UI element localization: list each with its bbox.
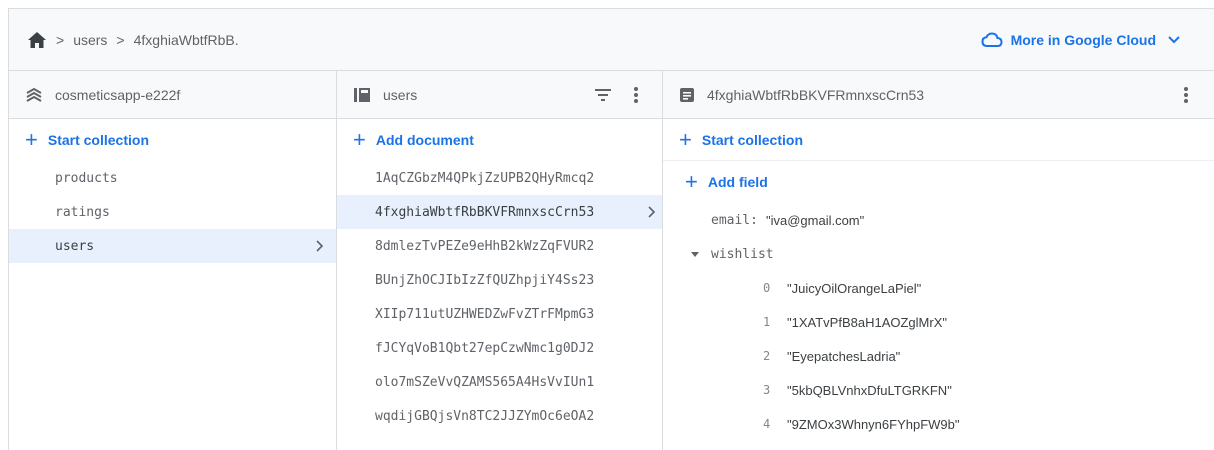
caret-down-icon[interactable]: [691, 251, 699, 257]
chevron-right-icon: >: [116, 31, 125, 48]
document-item[interactable]: XIIp711utUZHWEDZwFvZTrFMpmG3: [337, 297, 662, 331]
array-index: 4: [763, 417, 771, 431]
add-field-button[interactable]: + Add field: [663, 161, 1214, 203]
document-id: XIIp711utUZHWEDZwFvZTrFMpmG3: [375, 306, 595, 322]
chevron-right-icon: [316, 229, 324, 263]
home-icon[interactable]: [27, 31, 47, 49]
document-id: fJCYqVoB1Qbt27epCzwNmc1g0DJ2: [375, 340, 595, 356]
array-value: "5kbQBLVnhxDfuLTGRKFN": [787, 382, 952, 398]
array-item[interactable]: 4 "9ZMOx3Whnyn6FYhpFW9b": [663, 407, 1214, 441]
breadcrumb: > users > 4fxghiaWbtfRbB.: [27, 31, 239, 49]
breadcrumb-bar: > users > 4fxghiaWbtfRbB. More in Google…: [9, 9, 1214, 71]
collection-item-label: products: [55, 170, 118, 186]
document-list: 1AqCZGbzM4QPkjZzUPB2QHyRmcq2 4fxghiaWbtf…: [337, 161, 662, 433]
collection-panel: users + Add document 1AqCZGbzM4QPkjZzUPB…: [337, 71, 663, 450]
document-item[interactable]: olo7mSZeVvQZAMS565A4HsVvIUn1: [337, 365, 662, 399]
document-panel: 4fxghiaWbtfRbBKVFRmnxscCrn53 + Start col…: [663, 71, 1214, 450]
root-panel: cosmeticsapp-e222f + Start collection pr…: [9, 71, 337, 450]
add-document-button[interactable]: + Add document: [337, 119, 662, 161]
collection-item-label: users: [55, 238, 95, 254]
more-in-google-cloud-button[interactable]: More in Google Cloud: [981, 9, 1188, 71]
plus-icon: +: [25, 127, 38, 152]
start-subcollection-button[interactable]: + Start collection: [663, 119, 1214, 161]
add-field-label: Add field: [707, 174, 768, 190]
field-value: "iva@gmail.com": [765, 212, 865, 228]
array-index: 3: [763, 383, 771, 397]
array-index: 1: [763, 315, 771, 329]
array-item[interactable]: 1 "1XATvPfB8aH1AOZglMrX": [663, 305, 1214, 339]
field-key: wishlist: [711, 246, 774, 262]
array-item[interactable]: 0 "JuicyOilOrangeLaPiel": [663, 271, 1214, 305]
array-item[interactable]: 3 "5kbQBLVnhxDfuLTGRKFN": [663, 373, 1214, 407]
array-index: 0: [763, 281, 771, 295]
array-value: "JuicyOilOrangeLaPiel": [787, 280, 922, 296]
chevron-right-icon: [648, 195, 656, 229]
database-icon: [26, 87, 42, 102]
collection-item-products[interactable]: products: [9, 161, 336, 195]
filter-icon[interactable]: [594, 88, 624, 102]
start-collection-button[interactable]: + Start collection: [9, 119, 336, 161]
document-id: 1AqCZGbzM4QPkjZzUPB2QHyRmcq2: [375, 170, 595, 186]
document-panel-header: 4fxghiaWbtfRbBKVFRmnxscCrn53: [663, 71, 1214, 119]
document-item-selected[interactable]: 4fxghiaWbtfRbBKVFRmnxscCrn53: [337, 195, 662, 229]
plus-icon: +: [679, 126, 692, 152]
start-subcollection-label: Start collection: [701, 131, 803, 148]
document-item[interactable]: 1AqCZGbzM4QPkjZzUPB2QHyRmcq2: [337, 161, 662, 195]
root-panel-header: cosmeticsapp-e222f: [9, 71, 336, 119]
cloud-icon: [981, 32, 1003, 47]
collection-actions: [594, 71, 650, 119]
project-title: cosmeticsapp-e222f: [55, 86, 181, 103]
breadcrumb-item-document[interactable]: 4fxghiaWbtfRbB.: [134, 32, 239, 48]
panels: cosmeticsapp-e222f + Start collection pr…: [9, 71, 1214, 450]
document-id: wqdijGBQjsVn8TC2JJZYmOc6eOA2: [375, 408, 595, 424]
collection-icon: [354, 87, 370, 102]
more-vert-icon[interactable]: [1184, 87, 1200, 103]
array-value: "EyepatchesLadria": [787, 348, 901, 364]
document-actions: [1184, 71, 1202, 119]
document-icon: [680, 87, 694, 102]
collection-list: products ratings users: [9, 161, 336, 263]
field-wishlist[interactable]: wishlist: [663, 237, 1214, 271]
document-item[interactable]: 8dmlezTvPEZe9eHhB2kWzZqFVUR2: [337, 229, 662, 263]
document-id: BUnjZhOCJIbIzZfQUZhpjiY4Ss23: [375, 272, 595, 288]
breadcrumb-item-users[interactable]: users: [73, 32, 107, 48]
collection-title: users: [383, 86, 418, 103]
firestore-data-viewer: > users > 4fxghiaWbtfRbB. More in Google…: [8, 8, 1214, 450]
document-item[interactable]: fJCYqVoB1Qbt27epCzwNmc1g0DJ2: [337, 331, 662, 365]
document-item[interactable]: BUnjZhOCJIbIzZfQUZhpjiY4Ss23: [337, 263, 662, 297]
document-id: 4fxghiaWbtfRbBKVFRmnxscCrn53: [375, 204, 595, 220]
plus-icon: +: [685, 169, 698, 194]
plus-icon: +: [353, 127, 366, 152]
array-value: "9ZMOx3Whnyn6FYhpFW9b": [787, 416, 960, 432]
collection-panel-header: users: [337, 71, 662, 119]
field-key: email:: [711, 212, 758, 228]
more-vert-icon[interactable]: [634, 87, 650, 103]
document-item[interactable]: wqdijGBQjsVn8TC2JJZYmOc6eOA2: [337, 399, 662, 433]
chevron-right-icon: >: [56, 31, 65, 48]
add-document-label: Add document: [375, 132, 474, 148]
start-collection-label: Start collection: [47, 132, 149, 148]
collection-item-label: ratings: [55, 204, 110, 220]
chevron-down-icon: [1168, 36, 1180, 44]
collection-item-ratings[interactable]: ratings: [9, 195, 336, 229]
document-id: 8dmlezTvPEZe9eHhB2kWzZqFVUR2: [375, 238, 595, 254]
array-index: 2: [763, 349, 771, 363]
more-in-google-cloud-label: More in Google Cloud: [1010, 32, 1156, 48]
field-email[interactable]: email: "iva@gmail.com": [663, 203, 1214, 237]
document-title: 4fxghiaWbtfRbBKVFRmnxscCrn53: [707, 86, 925, 103]
document-id: olo7mSZeVvQZAMS565A4HsVvIUn1: [375, 374, 595, 390]
collection-item-users[interactable]: users: [9, 229, 336, 263]
array-value: "1XATvPfB8aH1AOZglMrX": [787, 314, 947, 330]
array-item[interactable]: 2 "EyepatchesLadria": [663, 339, 1214, 373]
